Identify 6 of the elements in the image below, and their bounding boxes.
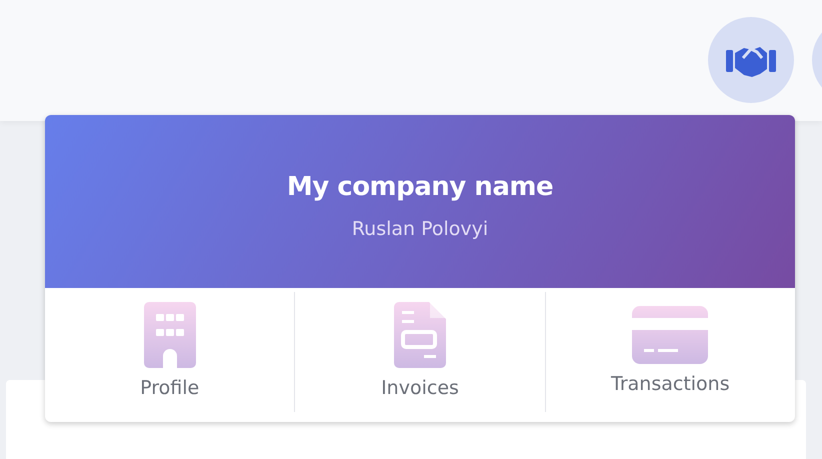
menu-item[interactable]: Profile <box>45 292 296 412</box>
document-icon <box>394 302 446 368</box>
building-icon <box>144 302 196 368</box>
user-name: Ruslan Polovyi <box>352 216 488 242</box>
company-name: My company name <box>286 170 554 204</box>
credit-card-icon <box>632 306 708 364</box>
